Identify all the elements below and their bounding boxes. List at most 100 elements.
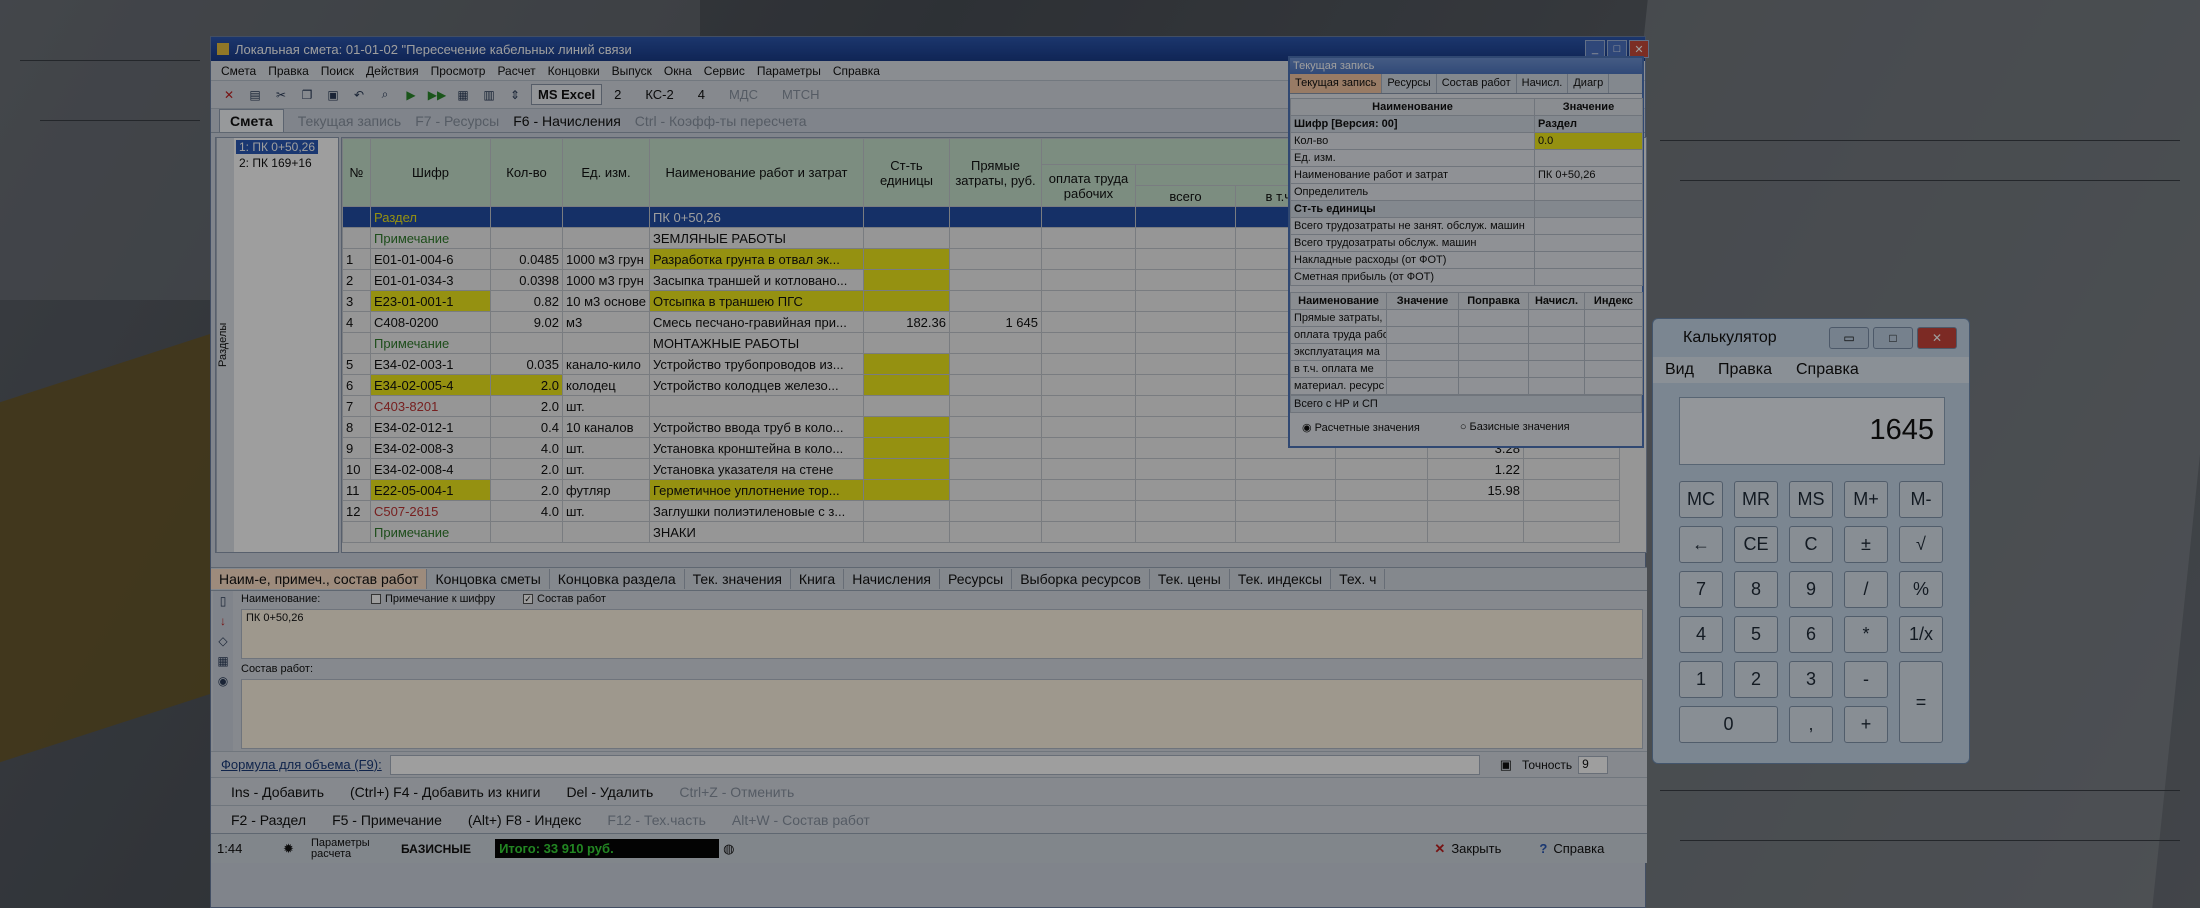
tag-icon[interactable]: ◇ xyxy=(213,631,233,651)
find-icon[interactable]: ⌕ xyxy=(375,85,395,105)
cell-direct[interactable] xyxy=(948,248,1042,270)
cell-name[interactable]: Смесь песчано-гравийная при... xyxy=(648,311,864,333)
cell-extra[interactable] xyxy=(1040,248,1136,270)
cell-name[interactable]: Разработка грунта в отвал эк... xyxy=(648,248,864,270)
cell-extra[interactable] xyxy=(1522,521,1620,543)
col-header-name[interactable]: Наименование работ и затрат xyxy=(648,138,864,207)
calc-key[interactable]: 3 xyxy=(1789,661,1833,698)
cell-direct[interactable] xyxy=(948,500,1042,522)
cell-extra[interactable] xyxy=(1134,332,1236,354)
cell-extra[interactable] xyxy=(1234,500,1336,522)
cost-row[interactable]: Прямые затраты, xyxy=(1290,309,1643,327)
cell-qty[interactable] xyxy=(490,521,563,543)
cell-extra[interactable] xyxy=(1040,479,1136,501)
command-2-4[interactable]: Alt+W - Состав работ xyxy=(732,812,870,828)
cell-extra[interactable] xyxy=(1134,521,1236,543)
cr-tab-2[interactable]: Состав работ xyxy=(1437,74,1517,93)
tab-4[interactable]: Ctrl - Коэфф-ты пересчета xyxy=(635,113,807,129)
composition-textarea[interactable] xyxy=(241,679,1643,749)
section-item-1[interactable]: 1: ПК 0+50,26 xyxy=(236,140,319,154)
cell-direct[interactable] xyxy=(948,227,1042,249)
table-row[interactable]: 11 Е22-05-004-1 2.0 футляр Герметичное уплот… xyxy=(342,479,1620,501)
cost-cell[interactable] xyxy=(1528,377,1585,395)
cell-extra[interactable] xyxy=(1234,521,1336,543)
cell-direct[interactable] xyxy=(948,374,1042,396)
cell-n[interactable]: 11 xyxy=(342,479,371,501)
col-header-unit-cost[interactable]: Ст-ть единицы xyxy=(862,138,950,207)
command-2-3[interactable]: F12 - Тех.часть xyxy=(607,812,706,828)
bottom-tab-7[interactable]: Выборка ресурсов xyxy=(1012,569,1150,589)
cell-unit[interactable] xyxy=(562,206,650,228)
cell-code[interactable]: С403-8201 xyxy=(370,395,491,417)
menu-item[interactable]: Действия xyxy=(360,64,425,78)
toolbar-item[interactable]: КС-2 xyxy=(639,85,679,104)
cr-tab-3[interactable]: Начисл. xyxy=(1517,74,1569,93)
cr-row[interactable]: Шифр [Версия: 00] Раздел xyxy=(1290,115,1643,133)
col-header-direct[interactable]: Прямые затраты, руб. xyxy=(948,138,1042,207)
cell-n[interactable]: 10 xyxy=(342,458,371,480)
calc-key[interactable]: CE xyxy=(1734,526,1778,563)
cell-extra[interactable] xyxy=(1040,458,1136,480)
cell-extra[interactable] xyxy=(1134,353,1236,375)
cell-extra[interactable] xyxy=(1040,269,1136,291)
cell-extra[interactable] xyxy=(1040,332,1136,354)
cell-extra[interactable] xyxy=(1522,458,1620,480)
radio-calc[interactable]: ◉ Расчетные значения xyxy=(1302,421,1420,434)
cell-unit[interactable]: м3 xyxy=(562,311,650,333)
calc-menu-item[interactable]: Вид xyxy=(1665,361,1694,379)
cell-direct[interactable] xyxy=(948,332,1042,354)
cell-code[interactable]: Примечание xyxy=(370,332,491,354)
cost-cell[interactable] xyxy=(1528,343,1585,361)
calc-icon[interactable]: ▦ xyxy=(453,85,473,105)
cr-value[interactable] xyxy=(1534,268,1643,286)
cr-tab-0[interactable]: Текущая запись xyxy=(1290,74,1383,93)
calc-key[interactable]: + xyxy=(1844,706,1888,743)
cell-unit_cost[interactable] xyxy=(862,416,950,438)
cell-extra[interactable] xyxy=(1426,521,1524,543)
menu-item[interactable]: Смета xyxy=(215,64,262,78)
play-next-icon[interactable]: ▶▶ xyxy=(427,85,447,105)
cell-extra[interactable] xyxy=(1134,206,1236,228)
cell-unit[interactable]: шт. xyxy=(562,395,650,417)
cell-extra[interactable] xyxy=(1522,479,1620,501)
cell-n[interactable]: 3 xyxy=(342,290,371,312)
cr-value[interactable] xyxy=(1534,217,1643,235)
cell-code[interactable]: Е01-01-004-6 xyxy=(370,248,491,270)
calc-key[interactable]: = xyxy=(1899,661,1943,743)
bottom-tab-6[interactable]: Ресурсы xyxy=(940,569,1013,589)
calc-key[interactable]: 6 xyxy=(1789,616,1833,653)
cost-cell[interactable] xyxy=(1458,360,1529,378)
cell-direct[interactable] xyxy=(948,395,1042,417)
cell-unit_cost[interactable]: 182.36 xyxy=(862,311,950,333)
cost-cell[interactable] xyxy=(1528,309,1585,327)
cell-code[interactable]: Примечание xyxy=(370,521,491,543)
calc-minimize-button[interactable]: ▭ xyxy=(1829,327,1869,349)
cell-name[interactable]: Установка кронштейна в коло... xyxy=(648,437,864,459)
cell-unit[interactable] xyxy=(562,332,650,354)
doc-icon[interactable]: ▯ xyxy=(213,591,233,611)
calc-key[interactable]: 7 xyxy=(1679,571,1723,608)
cr-value[interactable] xyxy=(1534,200,1643,218)
tab-3[interactable]: F6 - Начисления xyxy=(513,113,621,129)
calc-menu-item[interactable]: Правка xyxy=(1718,361,1772,379)
cell-unit[interactable]: шт. xyxy=(562,437,650,459)
cell-extra[interactable] xyxy=(1040,437,1136,459)
cell-unit_cost[interactable] xyxy=(862,521,950,543)
section-item-2[interactable]: 2: ПК 169+16 xyxy=(236,156,315,170)
cr-value[interactable] xyxy=(1534,149,1643,167)
bottom-tab-9[interactable]: Тек. индексы xyxy=(1230,569,1332,589)
bottom-tab-1[interactable]: Концовка сметы xyxy=(427,569,550,589)
params-button[interactable]: Параметры расчета xyxy=(311,837,391,860)
cr-row[interactable]: Сметная прибыль (от ФОТ) xyxy=(1290,268,1643,286)
command-2-2[interactable]: (Alt+) F8 - Индекс xyxy=(468,812,582,828)
cell-n[interactable]: 1 xyxy=(342,248,371,270)
cr-row[interactable]: Кол-во 0.0 xyxy=(1290,132,1643,150)
cell-extra[interactable] xyxy=(1040,500,1136,522)
cell-n[interactable]: 12 xyxy=(342,500,371,522)
cell-extra[interactable] xyxy=(1334,479,1428,501)
cr-row[interactable]: Всего трудозатраты не занят. обслуж. маш… xyxy=(1290,217,1643,235)
cell-extra[interactable] xyxy=(1426,500,1524,522)
bottom-tab-4[interactable]: Книга xyxy=(791,569,845,589)
cr-name[interactable]: Наименование работ и затрат xyxy=(1290,166,1535,184)
cell-unit[interactable]: канало-кило xyxy=(562,353,650,375)
